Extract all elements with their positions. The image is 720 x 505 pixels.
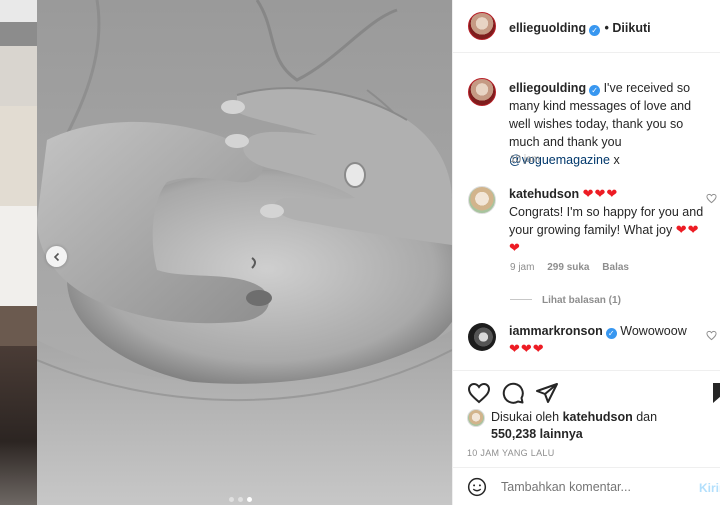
post-side-panel: ellieguolding ✓ • Diikuti elliegoulding ✓ …	[452, 0, 720, 505]
comment-avatar-katehudson[interactable]	[468, 186, 496, 214]
caption-time: 10 jam	[510, 154, 541, 165]
header-username[interactable]: ellieguolding	[509, 21, 586, 35]
share-send-icon[interactable]	[535, 381, 559, 405]
likes-avatar[interactable]	[467, 409, 485, 427]
likes-suffix[interactable]: lainnya	[540, 427, 583, 441]
background-page	[0, 0, 37, 505]
carousel-dot	[229, 497, 234, 502]
comment-input[interactable]	[501, 480, 691, 494]
likes-prefix: Disukai oleh	[491, 410, 560, 424]
post-header: ellieguolding ✓ • Diikuti	[453, 0, 720, 53]
post-photo[interactable]	[37, 0, 452, 505]
post-comment-button[interactable]: Kirim	[699, 481, 720, 495]
chevron-left-icon	[53, 252, 59, 261]
carousel-dot	[238, 497, 243, 502]
comment-like-heart-icon[interactable]	[706, 193, 717, 204]
verified-icon: ✓	[589, 85, 601, 96]
comment-avatar-iammarkronson[interactable]	[468, 323, 496, 351]
carousel-dot-active	[247, 497, 252, 502]
likes-user[interactable]: katehudson	[563, 410, 633, 424]
view-replies[interactable]: Lihat balasan (1)	[510, 290, 621, 308]
comment-likes[interactable]: 299 suka	[547, 262, 589, 273]
reply-button[interactable]: Balas	[602, 262, 629, 273]
emoji-icon[interactable]	[467, 477, 487, 497]
comment-icon[interactable]	[501, 381, 525, 405]
photo-image	[37, 0, 452, 505]
caption-suffix: x	[613, 153, 620, 167]
comment-meta: 9 jam 299 suka Balas	[510, 262, 629, 273]
comment-username[interactable]: katehudson	[509, 187, 579, 201]
comment-time: 9 jam	[510, 262, 535, 273]
comment-username[interactable]: iammarkronson	[509, 324, 603, 338]
comment-text: Congrats! I'm so happy for you and your …	[509, 205, 704, 237]
caption-avatar[interactable]	[468, 78, 496, 106]
save-bookmark-icon[interactable]	[709, 381, 720, 405]
comment-iammarkronson: iammarkronson ✓ Wowowoow ❤❤❤	[509, 322, 705, 358]
likes-summary: Disukai oleh katehudson dan 550,238 lain…	[491, 409, 657, 443]
comment-emoji-after: ❤❤❤	[509, 341, 545, 356]
comment-like-heart-icon[interactable]	[706, 330, 717, 341]
comment-box: Kirim	[453, 467, 720, 505]
previous-slide-button[interactable]	[46, 246, 67, 267]
caption-username[interactable]: elliegoulding	[509, 81, 586, 95]
comment-text: Wowowoow	[620, 324, 687, 338]
like-heart-icon[interactable]	[467, 381, 491, 405]
likes-count[interactable]: 550,238	[491, 427, 536, 441]
carousel-indicator	[229, 497, 252, 502]
likes-middle: dan	[636, 410, 658, 424]
follow-status[interactable]: • Diikuti	[605, 21, 651, 35]
avatar[interactable]	[468, 12, 496, 40]
replies-divider	[510, 299, 532, 300]
comment-emoji: ❤❤❤	[582, 186, 619, 201]
verified-icon: ✓	[589, 25, 601, 36]
verified-icon: ✓	[605, 328, 617, 339]
view-replies-label[interactable]: Lihat balasan (1)	[542, 295, 621, 306]
post-date[interactable]: 10 JAM YANG LALU	[467, 448, 555, 458]
comment-katehudson: katehudson ❤❤❤ Congrats! I'm so happy fo…	[509, 185, 705, 257]
